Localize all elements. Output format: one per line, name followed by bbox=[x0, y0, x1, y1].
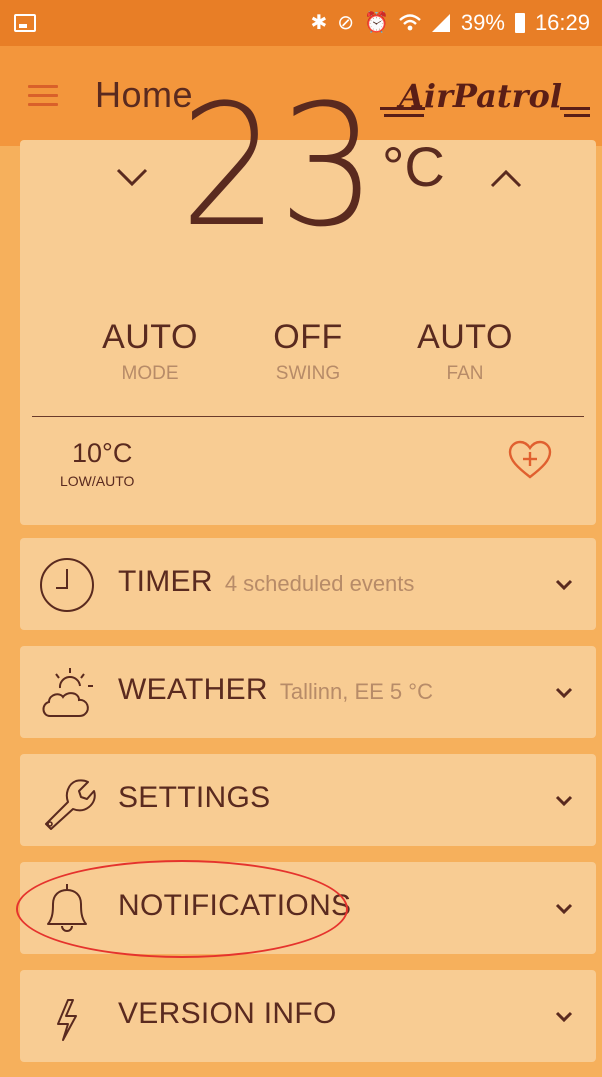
wrench-icon bbox=[45, 779, 96, 830]
weather-detail: Tallinn, EE 5 °C bbox=[279, 679, 433, 704]
timer-detail: 4 scheduled events bbox=[224, 571, 415, 596]
chevron-down-icon bbox=[555, 903, 573, 915]
weather-cloud-sun-icon bbox=[42, 668, 93, 717]
fan-label: FAN bbox=[446, 363, 484, 384]
version-info-row[interactable]: VERSION INFO bbox=[20, 970, 596, 1062]
temperature-up-button[interactable] bbox=[486, 162, 526, 192]
chevron-down-icon bbox=[555, 795, 573, 807]
thermostat-card: 23 °C AUTO MODE OFF SWING AUTO FAN 10°C … bbox=[20, 82, 596, 525]
setback-value: 10°C bbox=[72, 438, 133, 468]
gallery-icon bbox=[14, 14, 36, 32]
clock-icon bbox=[40, 558, 94, 612]
chevron-down-icon bbox=[555, 687, 573, 699]
weather-label: WEATHER Tallinn, EE 5 °C bbox=[118, 673, 433, 706]
temperature-value: 23 bbox=[180, 68, 377, 264]
brand-logo: AirPatrol bbox=[380, 68, 590, 124]
bluetooth-icon: ✱ bbox=[310, 12, 328, 34]
divider bbox=[32, 416, 584, 417]
menu-icon[interactable] bbox=[28, 85, 58, 106]
chevron-down-icon bbox=[555, 1011, 573, 1023]
version-info-label: VERSION INFO bbox=[118, 997, 337, 1030]
settings-label: SETTINGS bbox=[118, 781, 271, 814]
weather-row[interactable]: WEATHER Tallinn, EE 5 °C bbox=[20, 646, 596, 738]
mode-label: MODE bbox=[121, 363, 179, 384]
status-bar: ✱ ⊘ ⏰ 39% 16:29 bbox=[0, 0, 602, 46]
status-time: 16:29 bbox=[534, 10, 590, 35]
chevron-down-icon bbox=[555, 579, 573, 591]
fan-value: AUTO bbox=[417, 318, 513, 356]
mode-value: AUTO bbox=[102, 318, 198, 356]
swing-value: OFF bbox=[273, 318, 343, 356]
signal-icon bbox=[431, 14, 450, 32]
alarm-icon: ⏰ bbox=[363, 12, 389, 34]
wifi-icon bbox=[399, 14, 421, 31]
temperature-unit: °C bbox=[382, 135, 445, 198]
page-title: Home bbox=[95, 74, 194, 115]
battery-icon bbox=[514, 13, 525, 33]
timer-label: TIMER 4 scheduled events bbox=[118, 565, 415, 598]
swing-control[interactable]: OFF SWING bbox=[238, 318, 378, 385]
fan-control[interactable]: AUTO FAN bbox=[395, 318, 535, 385]
highlight-annotation bbox=[16, 860, 348, 958]
temperature-down-button[interactable] bbox=[112, 162, 152, 192]
mute-icon: ⊘ bbox=[337, 12, 354, 34]
settings-row[interactable]: SETTINGS bbox=[20, 754, 596, 846]
add-favorite-heart-icon[interactable] bbox=[507, 440, 553, 480]
swing-label: SWING bbox=[275, 363, 341, 384]
battery-percent: 39% bbox=[460, 10, 505, 35]
setback-label: LOW/AUTO bbox=[60, 473, 135, 489]
brand-name: AirPatrol bbox=[399, 77, 562, 115]
mode-control[interactable]: AUTO MODE bbox=[80, 318, 220, 385]
setback-control[interactable]: 10°C LOW/AUTO bbox=[60, 438, 134, 489]
lightning-icon bbox=[57, 999, 77, 1041]
timer-row[interactable]: TIMER 4 scheduled events bbox=[20, 538, 596, 630]
